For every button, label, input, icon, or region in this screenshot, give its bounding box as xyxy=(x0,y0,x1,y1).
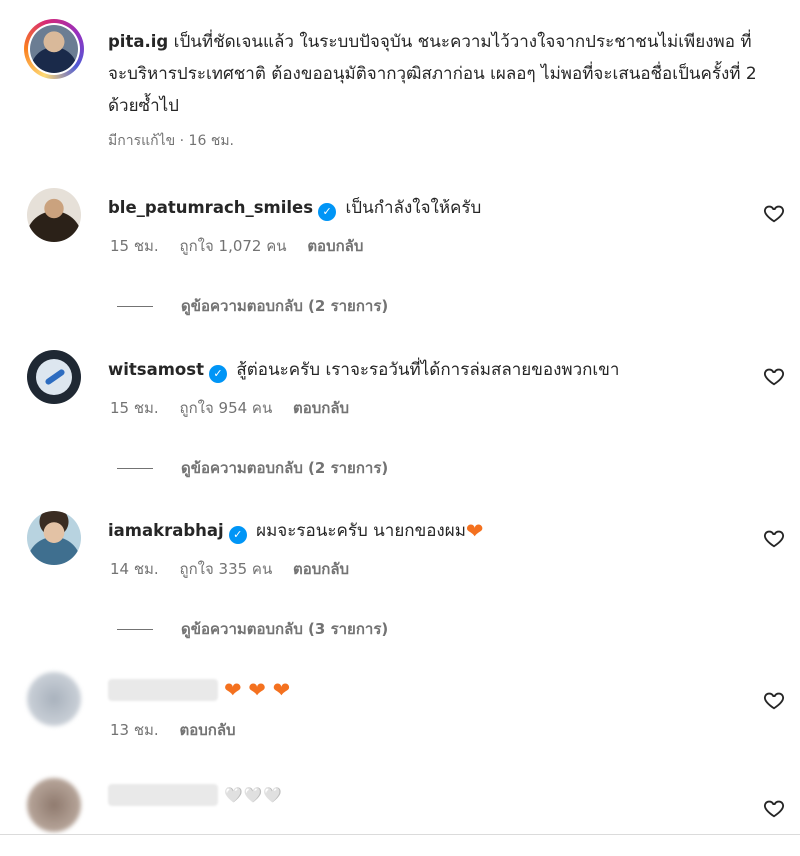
replies-divider xyxy=(117,306,153,307)
orange-heart-emoji: ❤ xyxy=(241,678,266,702)
avatar[interactable] xyxy=(27,350,81,404)
comment-text: 🤍🤍🤍 xyxy=(224,786,284,804)
reply-button[interactable]: ตอบกลับ xyxy=(307,237,363,255)
view-replies-button[interactable]: ดูข้อความตอบกลับ (2 รายการ) xyxy=(117,456,388,480)
view-replies-label: ดูข้อความตอบกลับ (2 รายการ) xyxy=(181,297,389,315)
caption-username[interactable]: pita.ig xyxy=(108,32,168,51)
blurred-username[interactable] xyxy=(108,784,218,806)
comment-meta: 13 ชม. ตอบกลับ xyxy=(110,718,252,742)
avatar[interactable] xyxy=(27,188,81,242)
verified-badge-icon: ✓ xyxy=(208,365,227,383)
heart-outline-icon[interactable] xyxy=(763,689,785,711)
comment-time[interactable]: 15 ชม. xyxy=(110,399,159,417)
replies-divider xyxy=(117,468,153,469)
heart-outline-icon[interactable] xyxy=(763,365,785,387)
heart-outline-icon[interactable] xyxy=(763,527,785,549)
comment-text: ผมจะรอนะครับ นายกของผม xyxy=(256,521,466,541)
comment-text: สู้ต่อนะครับ เราจะรอวันที่ได้การล่มสลายข… xyxy=(236,360,620,380)
bottom-divider xyxy=(0,834,800,856)
replies-divider xyxy=(117,629,153,630)
comment-time[interactable]: 15 ชม. xyxy=(110,237,159,255)
reply-button[interactable]: ตอบกลับ xyxy=(293,399,349,417)
comment-meta: 14 ชม. ถูกใจ 335 คน ตอบกลับ xyxy=(110,557,365,581)
caption-text: เป็นที่ชัดเจนแล้ว ในระบบปัจจุบัน ชนะความ… xyxy=(108,32,757,116)
heart-outline-icon[interactable] xyxy=(763,797,785,819)
avatar-photo xyxy=(30,25,78,73)
comment-text: เป็นกำลังใจให้ครับ xyxy=(345,198,482,218)
reply-button[interactable]: ตอบกลับ xyxy=(179,721,235,739)
comment-meta: 15 ชม. ถูกใจ 954 คน ตอบกลับ xyxy=(110,396,365,420)
comment-username[interactable]: ble_patumrach_smiles xyxy=(108,198,313,217)
orange-heart-emoji: ❤ xyxy=(224,678,242,702)
orange-heart-emoji: ❤ xyxy=(265,678,291,702)
caption-avatar[interactable] xyxy=(24,19,84,79)
comment-time[interactable]: 13 ชม. xyxy=(110,721,159,739)
avatar[interactable] xyxy=(27,511,81,565)
comment-meta: 15 ชม. ถูกใจ 1,072 คน ตอบกลับ xyxy=(110,234,379,258)
orange-heart-emoji: ❤ xyxy=(465,519,484,543)
comment-time[interactable]: 14 ชม. xyxy=(110,560,159,578)
avatar[interactable] xyxy=(27,778,81,832)
comment-username[interactable]: witsamost xyxy=(108,360,204,379)
comment-username[interactable]: iamakrabhaj xyxy=(108,521,224,540)
view-replies-label: ดูข้อความตอบกลับ (2 รายการ) xyxy=(181,459,389,477)
comment-likes[interactable]: ถูกใจ 1,072 คน xyxy=(179,237,286,255)
comment-likes[interactable]: ถูกใจ 954 คน xyxy=(179,399,272,417)
reply-button[interactable]: ตอบกลับ xyxy=(293,560,349,578)
verified-badge-icon: ✓ xyxy=(228,526,247,544)
caption-meta: มีการแก้ไข · 16 ชม. xyxy=(108,133,234,149)
heart-outline-icon[interactable] xyxy=(763,202,785,224)
verified-badge-icon: ✓ xyxy=(318,203,337,221)
comment-likes[interactable]: ถูกใจ 335 คน xyxy=(179,560,272,578)
caption: pita.ig เป็นที่ชัดเจนแล้ว ในระบบปัจจุบัน… xyxy=(108,26,768,122)
view-replies-label: ดูข้อความตอบกลับ (3 รายการ) xyxy=(181,620,389,638)
view-replies-button[interactable]: ดูข้อความตอบกลับ (3 รายการ) xyxy=(117,617,388,641)
blurred-username[interactable] xyxy=(108,679,218,701)
view-replies-button[interactable]: ดูข้อความตอบกลับ (2 รายการ) xyxy=(117,294,388,318)
avatar[interactable] xyxy=(27,672,81,726)
